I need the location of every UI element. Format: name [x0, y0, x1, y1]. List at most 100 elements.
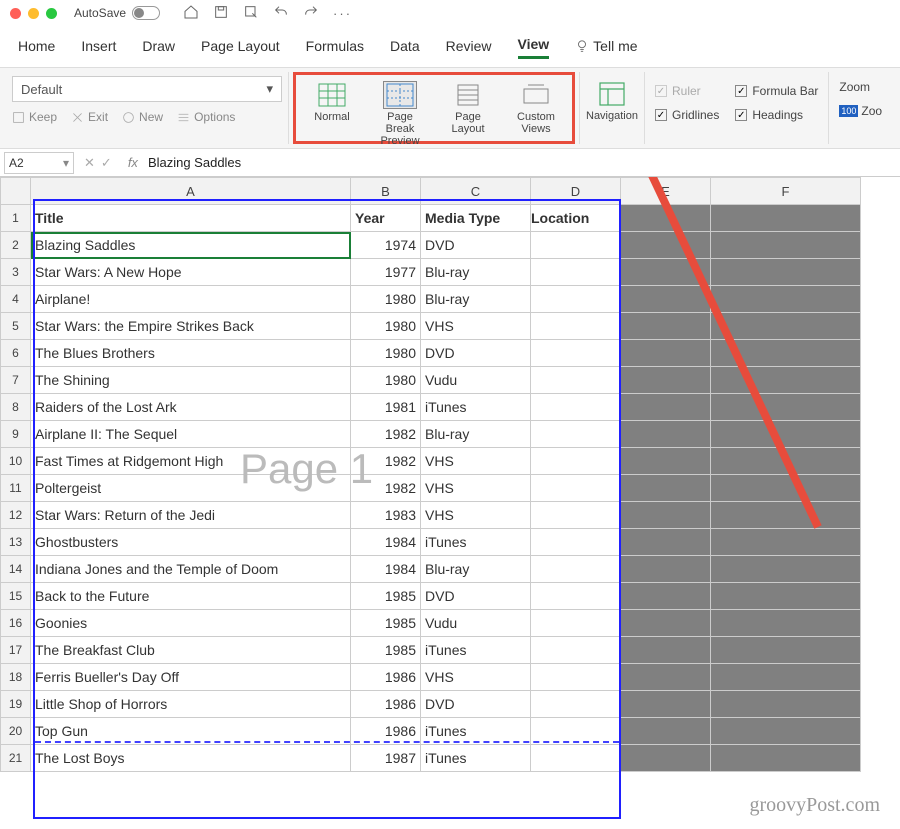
- cell[interactable]: [621, 718, 711, 745]
- save-as-icon[interactable]: [243, 4, 259, 23]
- cell[interactable]: [711, 556, 861, 583]
- cell[interactable]: [711, 664, 861, 691]
- row-header[interactable]: 15: [1, 583, 31, 610]
- select-all-corner[interactable]: [1, 178, 31, 205]
- cell[interactable]: iTunes: [421, 637, 531, 664]
- cell[interactable]: [711, 718, 861, 745]
- cell[interactable]: iTunes: [421, 718, 531, 745]
- cell[interactable]: 1981: [351, 394, 421, 421]
- cell[interactable]: DVD: [421, 691, 531, 718]
- cell[interactable]: 1983: [351, 502, 421, 529]
- cell[interactable]: [711, 448, 861, 475]
- col-header-D[interactable]: D: [531, 178, 621, 205]
- cell[interactable]: 1985: [351, 610, 421, 637]
- cell[interactable]: VHS: [421, 448, 531, 475]
- tab-formulas[interactable]: Formulas: [306, 38, 364, 58]
- cell[interactable]: 1984: [351, 556, 421, 583]
- col-header-A[interactable]: A: [31, 178, 351, 205]
- cell[interactable]: 1985: [351, 637, 421, 664]
- cell[interactable]: [711, 502, 861, 529]
- cell[interactable]: The Blues Brothers: [31, 340, 351, 367]
- enter-icon[interactable]: ✓: [101, 155, 112, 171]
- zoom-button[interactable]: Zoom: [839, 80, 870, 94]
- redo-icon[interactable]: [303, 4, 319, 23]
- cell[interactable]: [621, 664, 711, 691]
- cell[interactable]: 1982: [351, 421, 421, 448]
- cell[interactable]: Airplane II: The Sequel: [31, 421, 351, 448]
- cell[interactable]: [621, 691, 711, 718]
- cell[interactable]: [621, 583, 711, 610]
- cell[interactable]: [711, 340, 861, 367]
- name-box[interactable]: A2▾: [4, 152, 74, 174]
- cell[interactable]: 1986: [351, 718, 421, 745]
- row-header[interactable]: 12: [1, 502, 31, 529]
- cell[interactable]: Media Type: [421, 205, 531, 232]
- cell[interactable]: [621, 502, 711, 529]
- row-header[interactable]: 7: [1, 367, 31, 394]
- cell[interactable]: [531, 718, 621, 745]
- tab-draw[interactable]: Draw: [142, 38, 175, 58]
- cell[interactable]: Vudu: [421, 367, 531, 394]
- cell[interactable]: [711, 394, 861, 421]
- undo-icon[interactable]: [273, 4, 289, 23]
- row-header[interactable]: 20: [1, 718, 31, 745]
- tab-home[interactable]: Home: [18, 38, 55, 58]
- cell[interactable]: [531, 367, 621, 394]
- formula-input[interactable]: Blazing Saddles: [144, 155, 900, 170]
- row-header[interactable]: 9: [1, 421, 31, 448]
- cell[interactable]: [531, 691, 621, 718]
- cell[interactable]: Star Wars: Return of the Jedi: [31, 502, 351, 529]
- row-header[interactable]: 5: [1, 313, 31, 340]
- cell[interactable]: 1980: [351, 286, 421, 313]
- cell[interactable]: Blu-ray: [421, 556, 531, 583]
- row-header[interactable]: 8: [1, 394, 31, 421]
- cell[interactable]: VHS: [421, 313, 531, 340]
- cell[interactable]: [621, 610, 711, 637]
- navigation-button[interactable]: Navigation: [579, 72, 645, 144]
- cell[interactable]: Fast Times at Ridgemont High: [31, 448, 351, 475]
- cell[interactable]: DVD: [421, 232, 531, 259]
- row-header[interactable]: 17: [1, 637, 31, 664]
- cell[interactable]: [531, 394, 621, 421]
- cell[interactable]: [531, 286, 621, 313]
- cell[interactable]: Poltergeist: [31, 475, 351, 502]
- cell[interactable]: Star Wars: the Empire Strikes Back: [31, 313, 351, 340]
- cell[interactable]: Airplane!: [31, 286, 351, 313]
- save-icon[interactable]: [213, 4, 229, 23]
- cell[interactable]: The Shining: [31, 367, 351, 394]
- cell[interactable]: Vudu: [421, 610, 531, 637]
- cell[interactable]: [621, 475, 711, 502]
- cell[interactable]: Star Wars: A New Hope: [31, 259, 351, 286]
- keep-button[interactable]: Keep: [12, 110, 57, 124]
- cell[interactable]: [531, 259, 621, 286]
- cell[interactable]: VHS: [421, 475, 531, 502]
- cell[interactable]: 1980: [351, 340, 421, 367]
- cell[interactable]: The Lost Boys: [31, 745, 351, 772]
- cell[interactable]: [711, 691, 861, 718]
- cell[interactable]: Blu-ray: [421, 421, 531, 448]
- cell[interactable]: [711, 205, 861, 232]
- cell[interactable]: Little Shop of Horrors: [31, 691, 351, 718]
- cell[interactable]: Blazing Saddles: [31, 232, 351, 259]
- row-header[interactable]: 13: [1, 529, 31, 556]
- cell[interactable]: 1986: [351, 691, 421, 718]
- gridlines-checkbox[interactable]: ✓Gridlines: [655, 108, 719, 122]
- row-header[interactable]: 2: [1, 232, 31, 259]
- cell[interactable]: [531, 529, 621, 556]
- autosave-toggle[interactable]: [132, 6, 160, 20]
- cell[interactable]: [621, 259, 711, 286]
- tab-page-layout[interactable]: Page Layout: [201, 38, 280, 58]
- cell[interactable]: [621, 313, 711, 340]
- home-icon[interactable]: [183, 4, 199, 23]
- row-header[interactable]: 14: [1, 556, 31, 583]
- cell[interactable]: 1980: [351, 313, 421, 340]
- row-header[interactable]: 10: [1, 448, 31, 475]
- cell[interactable]: Year: [351, 205, 421, 232]
- cell[interactable]: [531, 745, 621, 772]
- cell[interactable]: 1980: [351, 367, 421, 394]
- row-header[interactable]: 18: [1, 664, 31, 691]
- cancel-icon[interactable]: ✕: [84, 155, 95, 171]
- tab-tell-me[interactable]: Tell me: [593, 38, 637, 58]
- cell[interactable]: VHS: [421, 664, 531, 691]
- close-traffic-light[interactable]: [10, 8, 21, 19]
